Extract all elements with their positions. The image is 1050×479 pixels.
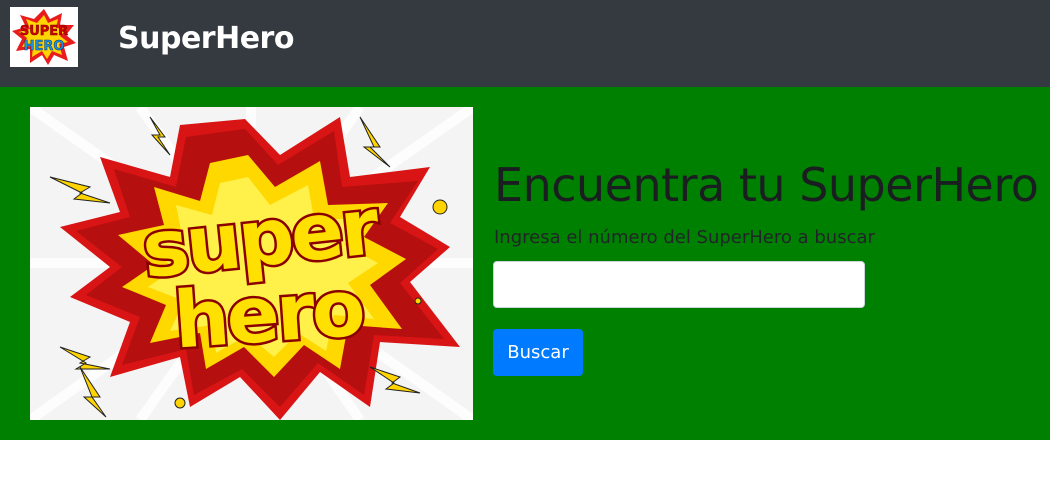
svg-text:SUPER: SUPER xyxy=(20,24,68,39)
svg-text:hero: hero xyxy=(171,264,366,367)
superhero-logo-graphic: SUPER HERO xyxy=(12,9,76,65)
hero-section: super hero Encuentra tu SuperHero Ingres… xyxy=(0,87,1050,440)
page-title: Encuentra tu SuperHero xyxy=(494,158,1039,212)
navbar-brand[interactable]: SuperHero xyxy=(118,19,294,59)
search-button[interactable]: Buscar xyxy=(493,329,583,376)
navbar: SUPER HERO SuperHero xyxy=(0,0,1050,87)
svg-text:HERO: HERO xyxy=(24,39,65,54)
superhero-banner-image: super hero xyxy=(30,107,473,420)
superhero-logo[interactable]: SUPER HERO xyxy=(10,7,78,67)
superhero-number-input[interactable] xyxy=(493,261,865,308)
search-instructions: Ingresa el número del SuperHero a buscar xyxy=(494,227,875,248)
